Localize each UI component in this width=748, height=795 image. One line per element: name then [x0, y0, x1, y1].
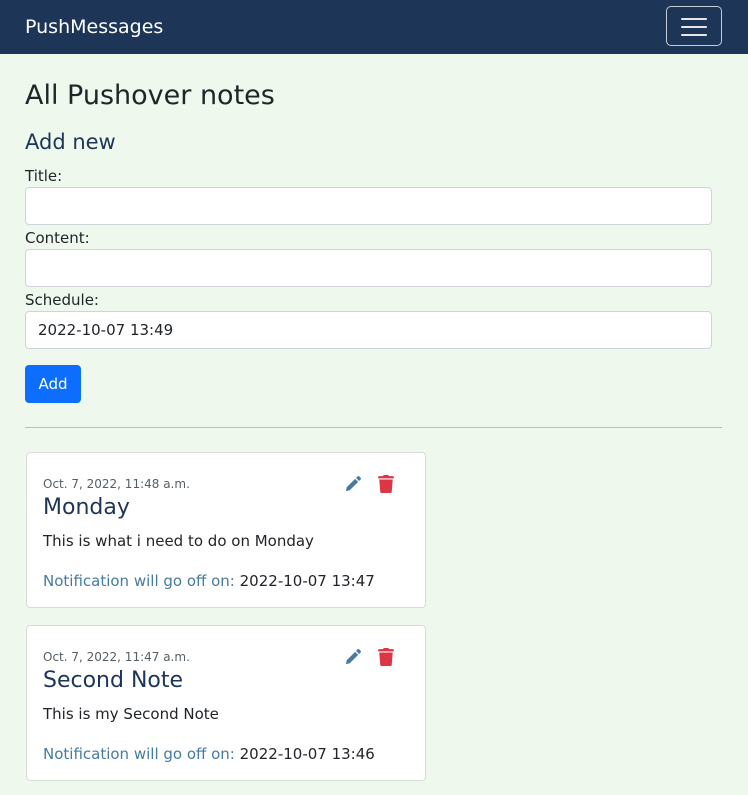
- content-label: Content:: [25, 229, 90, 247]
- note-notification: Notification will go off on: 2022-10-07 …: [43, 572, 375, 590]
- content-input[interactable]: [25, 249, 712, 287]
- page-title: All Pushover notes: [25, 80, 275, 111]
- notification-time: 2022-10-07 13:47: [239, 572, 375, 590]
- add-new-heading: Add new: [25, 130, 116, 154]
- note-card: Oct. 7, 2022, 11:48 a.m. Monday This is …: [26, 452, 426, 608]
- brand-link[interactable]: PushMessages: [25, 15, 163, 39]
- note-notification: Notification will go off on: 2022-10-07 …: [43, 745, 375, 763]
- title-label: Title:: [25, 167, 63, 185]
- note-content: This is what i need to do on Monday: [43, 532, 314, 550]
- pencil-icon[interactable]: [343, 474, 363, 494]
- schedule-label: Schedule:: [25, 291, 99, 309]
- note-date: Oct. 7, 2022, 11:47 a.m.: [43, 650, 190, 664]
- schedule-input[interactable]: [25, 311, 712, 349]
- notification-label: Notification will go off on:: [43, 572, 235, 590]
- note-title: Second Note: [43, 668, 184, 693]
- add-button[interactable]: Add: [25, 365, 81, 403]
- note-content: This is my Second Note: [43, 705, 219, 723]
- note-title: Monday: [43, 495, 130, 520]
- note-card: Oct. 7, 2022, 11:47 a.m. Second Note Thi…: [26, 625, 426, 781]
- notification-time: 2022-10-07 13:46: [239, 745, 375, 763]
- note-date: Oct. 7, 2022, 11:48 a.m.: [43, 477, 190, 491]
- navbar: PushMessages: [0, 0, 748, 54]
- trash-icon[interactable]: [376, 474, 396, 494]
- title-input[interactable]: [25, 187, 712, 225]
- trash-icon[interactable]: [376, 647, 396, 667]
- pencil-icon[interactable]: [343, 647, 363, 667]
- menu-toggle-button[interactable]: [666, 6, 722, 46]
- divider: [25, 427, 722, 428]
- notification-label: Notification will go off on:: [43, 745, 235, 763]
